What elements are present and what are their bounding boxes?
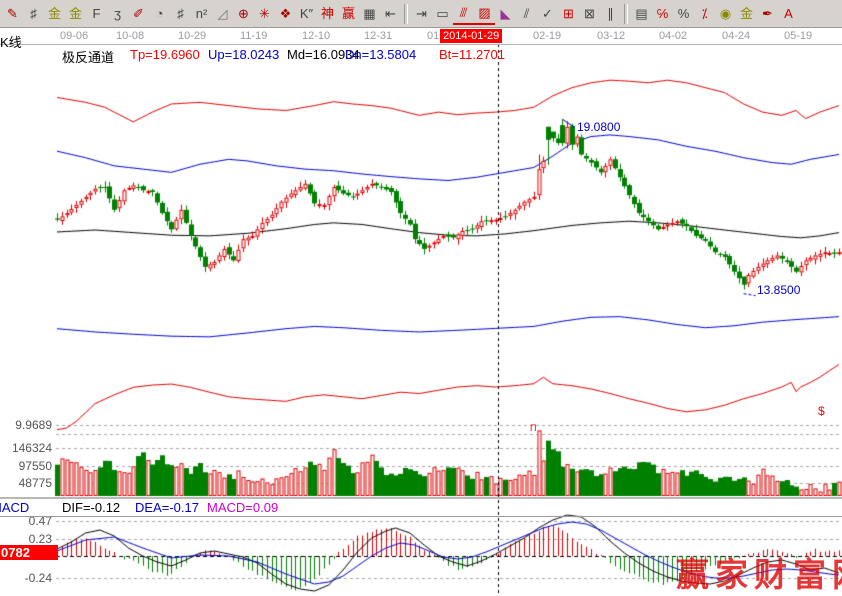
dot-grid-tool-icon[interactable]: ⊞ — [558, 4, 579, 24]
date-tick: 04-24 — [722, 30, 750, 42]
channel-name: 极反通道 — [62, 47, 114, 66]
macd-header-underline — [0, 516, 842, 517]
chart-window: ✎♯金金Fʒ✐◔♯n²◿⊕✳❖K″神赢▦⇤⇥▭⫻▨◣⫽✓⊞⊠∥▤℅%⁒◉金✒A … — [0, 0, 842, 595]
star-grid-tool-icon[interactable]: ❖ — [275, 4, 296, 24]
gann-box-tool-icon[interactable]: ▨ — [474, 3, 495, 25]
comb-tool-icon[interactable]: ♯ — [170, 4, 191, 24]
brush-tool-icon[interactable]: ✐ — [128, 4, 149, 24]
toolbar-separator — [404, 4, 408, 24]
percent-red-tool-icon[interactable]: ℅ — [652, 4, 673, 24]
stock-code-badge: 0782 — [0, 545, 58, 560]
box-select-tool-icon[interactable]: ▭ — [432, 4, 453, 24]
up-value: Up=18.0243 — [208, 47, 279, 62]
shen-char-tool-icon[interactable]: 神 — [317, 4, 338, 24]
ruler-grid-tool-icon[interactable]: ▦ — [359, 4, 380, 24]
ying-char-tool-icon[interactable]: 赢 — [338, 4, 359, 24]
gann-fan-tool-icon[interactable]: ◣ — [495, 4, 516, 24]
stats-panel-tool-icon[interactable]: ▤ — [631, 4, 652, 24]
percent-tool-icon[interactable]: % — [673, 4, 694, 24]
low-price-marker: 13.8500 — [757, 283, 800, 297]
parallel-lines-tool-icon[interactable]: ∥ — [600, 4, 621, 24]
collapse-left-tool-icon[interactable]: ⇤ — [380, 4, 401, 24]
tp-value: Tp=19.6960 — [130, 47, 200, 62]
date-tick: 12-31 — [364, 30, 392, 42]
grid-arrow-tool-icon[interactable]: ⊠ — [579, 4, 600, 24]
chart-canvas[interactable] — [0, 0, 842, 595]
pane-separator-volume — [0, 497, 842, 499]
gold-grid-tool-2-icon[interactable]: 金 — [65, 4, 86, 24]
date-axis: 09-06 10-08 10-29 11-19 12-10 12-31 012014-01-… — [0, 29, 842, 45]
watermark: 赢家财富网 — [676, 548, 842, 596]
volume-axis-label: 48775 — [19, 476, 52, 490]
k-mark-tool-icon[interactable]: K″ — [296, 4, 317, 24]
text-annotation-tool-icon[interactable]: A — [778, 4, 799, 24]
date-tick: 10-08 — [116, 30, 144, 42]
target-tool-icon[interactable]: ⊕ — [233, 4, 254, 24]
gold-circle-tool-icon[interactable]: ◉ — [715, 4, 736, 24]
date-tick: 12-10 — [302, 30, 330, 42]
check-line-tool-icon[interactable]: ✓ — [537, 4, 558, 24]
toolbar-separator — [624, 4, 628, 24]
macd-axis-label: 0.23 — [29, 532, 52, 546]
dn-value: Dn=13.5804 — [345, 47, 416, 62]
fibonacci-tool-icon[interactable]: F — [86, 4, 107, 24]
n-squared-tool-icon[interactable]: n² — [191, 4, 212, 24]
percent-line-tool-icon[interactable]: ⁒ — [694, 4, 715, 24]
toolbar-group-line-tools: ⇥▭⫻▨◣⫽✓⊞⊠∥ — [411, 3, 621, 25]
macd-value: MACD=0.09 — [207, 500, 278, 515]
collapse-right-tool-icon[interactable]: ⇥ — [411, 4, 432, 24]
toolbar: ✎♯金金Fʒ✐◔♯n²◿⊕✳❖K″神赢▦⇤⇥▭⫻▨◣⫽✓⊞⊠∥▤℅%⁒◉金✒A — [0, 0, 842, 28]
date-tick: 04-02 — [659, 30, 687, 42]
volume-axis-label: 97550 — [19, 459, 52, 473]
pi-marker: Π — [530, 423, 537, 433]
date-tick-highlighted: 2014-01-29 — [440, 29, 502, 43]
toolbar-group-draw-tools: ✎♯金金Fʒ✐◔♯n²◿⊕✳❖K″神赢▦⇤ — [2, 4, 401, 24]
starburst-tool-icon[interactable]: ✳ — [254, 4, 275, 24]
date-tick: 02-19 — [533, 30, 561, 42]
dif-value: DIF=-0.12 — [62, 500, 120, 515]
ray-fan-tool-icon[interactable]: ⫻ — [453, 3, 474, 25]
date-tick: 11-19 — [240, 30, 267, 42]
trend-lines-tool-icon[interactable]: ⫽ — [516, 4, 537, 24]
volume-axis-label: 146324 — [12, 441, 52, 455]
date-tick: 10-29 — [178, 30, 206, 42]
bt-value: Bt=11.2701 — [439, 47, 505, 62]
date-tick: 05-19 — [784, 30, 812, 42]
price-axis-labels: 9.968914632497550487750.470.230.00-0.24 — [0, 0, 54, 595]
ink-pen-tool-icon[interactable]: ✒ — [757, 4, 778, 24]
date-tick: 09-06 — [60, 30, 88, 42]
high-price-marker: 19.0800 — [577, 120, 620, 134]
date-tick: 01 — [427, 30, 439, 42]
dea-value: DEA=-0.17 — [135, 500, 199, 515]
dollar-marker: $ — [818, 404, 825, 418]
date-tick: 03-12 — [597, 30, 625, 42]
set-square-tool-icon[interactable]: ◿ — [212, 4, 233, 24]
gold-line-tool-icon[interactable]: 金 — [736, 4, 757, 24]
toolbar-group-measure-tools: ▤℅%⁒◉金✒A — [631, 4, 799, 24]
main-axis-label: 9.9689 — [15, 418, 52, 432]
wave-tool-icon[interactable]: ʒ — [107, 4, 128, 24]
macd-axis-label: -0.24 — [25, 571, 52, 585]
cycle-tool-icon[interactable]: ◔ — [149, 4, 170, 24]
